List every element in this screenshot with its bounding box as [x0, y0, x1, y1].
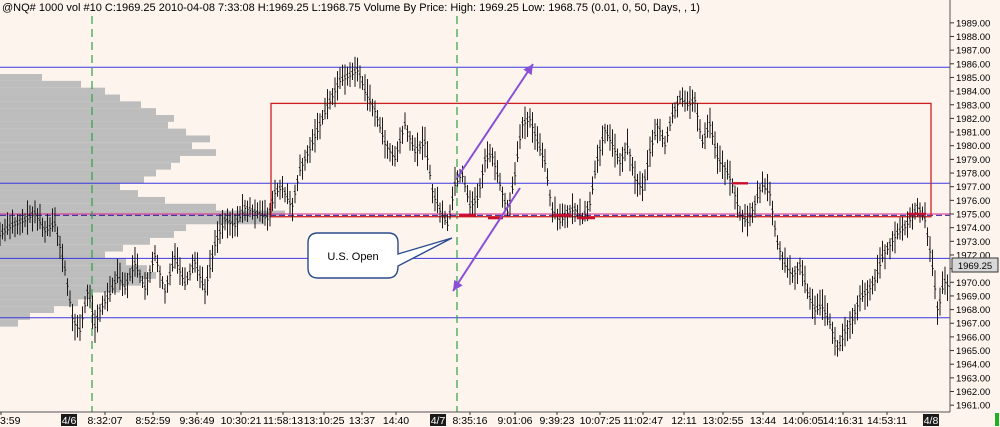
x-tick-label: 8:52:59 [135, 415, 170, 427]
profile-bar [0, 251, 105, 259]
y-tick-label: 1963.00 [956, 373, 990, 384]
y-tick-label: 1978.00 [956, 169, 990, 180]
y-tick-label: 1964.00 [956, 360, 990, 371]
y-tick-label: 1981.00 [956, 128, 990, 139]
y-tick-label: 1986.00 [956, 59, 990, 70]
x-tick-label: 11:58:13 [263, 415, 303, 427]
profile-bar [0, 94, 120, 102]
profile-bar [0, 74, 42, 81]
profile-bar [0, 231, 174, 238]
y-tick-label: 1988.00 [956, 32, 990, 43]
x-tick-label: 13:37 [349, 415, 375, 427]
y-tick-label: 1973.00 [956, 237, 990, 248]
y-tick-label: 1962.00 [956, 387, 990, 398]
x-tick-label: 14:16:31 [823, 415, 864, 427]
y-axis: 1961.00 1962.00 1963.00 1964.00 1965.00 1966.… [949, 0, 1000, 427]
x-tick-label: 9:36:49 [179, 415, 214, 427]
y-tick-label: 1974.00 [956, 223, 990, 234]
y-tick-label: 1969.00 [956, 291, 990, 302]
profile-bar [0, 135, 210, 143]
x-tick-label: 8:32:07 [87, 415, 122, 427]
last-price-tag: 1969.25 [951, 257, 999, 273]
y-tick-label: 1979.00 [956, 155, 990, 166]
profile-bar [0, 128, 186, 136]
profile-bar [0, 87, 105, 95]
profile-bar [0, 80, 81, 88]
x-tick-label: 9:39:23 [539, 415, 574, 427]
x-tick-label: 8:35:16 [452, 415, 487, 427]
profile-bar [0, 190, 138, 197]
x-tick-label: 13:44 [750, 415, 776, 427]
header-bar: @NQ# 1000 vol #10 C:1969.25 2010-04-08 7… [0, 0, 950, 15]
profile-bar [0, 155, 180, 163]
x-axis: 3:59 4/6 8:32:07 8:52:59 9:36:49 10:30:21 11:5… [0, 411, 950, 427]
x-date-marker: 4/8 [924, 415, 939, 427]
profile-bar [0, 115, 174, 122]
y-tick-label: 1980.00 [956, 141, 990, 152]
x-date-marker: 4/7 [431, 415, 446, 427]
y-tick-label: 1985.00 [956, 73, 990, 84]
y-tick-label: 1977.00 [956, 182, 990, 193]
profile-bar [0, 265, 147, 273]
x-tick-label: 14:06:05 [783, 415, 824, 427]
chart-canvas: U.S. Open @NQ# 1000 vol #10 C:1969.25 20… [0, 0, 1000, 427]
x-tick-label: 13:02:55 [703, 415, 744, 427]
profile-bar [0, 313, 30, 320]
last-price-label: 1969.25 [958, 261, 992, 272]
x-tick-label: 11:02:47 [623, 415, 663, 427]
y-tick-label: 1961.00 [956, 401, 990, 412]
profile-bar [0, 149, 216, 156]
y-tick-label: 1965.00 [956, 346, 990, 357]
callout-text: U.S. Open [327, 251, 378, 263]
y-tick-label: 1982.00 [956, 114, 990, 125]
x-tick-label: 14:53:11 [867, 415, 907, 427]
x-tick-label: 10:07:25 [580, 415, 621, 427]
profile-bar [0, 162, 171, 170]
profile-bar [0, 306, 54, 313]
profile-bar [0, 176, 144, 184]
y-tick-label: 1968.00 [956, 305, 990, 316]
y-tick-label: 1987.00 [956, 46, 990, 57]
header-text: @NQ# 1000 vol #10 C:1969.25 2010-04-08 7… [2, 2, 700, 14]
profile-bar [0, 319, 18, 327]
x-tick-label: 10:30:21 [221, 415, 262, 427]
status-indicator [995, 413, 999, 426]
profile-bar [0, 285, 120, 293]
x-tick-label: 3:59 [0, 415, 21, 427]
profile-bar [0, 108, 156, 115]
x-tick-label: 9:01:06 [497, 415, 532, 427]
profile-bar [0, 121, 168, 129]
x-tick-label: 14:40 [383, 415, 409, 427]
chart-window: U.S. Open @NQ# 1000 vol #10 C:1969.25 20… [0, 0, 1000, 427]
y-tick-label: 1984.00 [956, 87, 990, 98]
y-tick-label: 1967.00 [956, 319, 990, 330]
x-tick-label: 12:11 [671, 415, 697, 427]
profile-bar [0, 292, 93, 300]
y-tick-label: 1976.00 [956, 196, 990, 207]
profile-bar [0, 142, 192, 150]
y-tick-label: 1975.00 [956, 210, 990, 221]
x-tick-label: 13:10:25 [304, 415, 345, 427]
y-tick-label: 1983.00 [956, 100, 990, 111]
profile-bar [0, 169, 156, 177]
y-tick-label: 1966.00 [956, 332, 990, 343]
profile-bar [0, 299, 78, 307]
profile-bar [0, 244, 123, 252]
profile-bar [0, 183, 120, 191]
profile-bar [0, 237, 150, 245]
y-tick-label: 1989.00 [956, 18, 990, 29]
profile-bar [0, 101, 141, 109]
profile-bar [0, 196, 165, 204]
y-tick-label: 1970.00 [956, 278, 990, 289]
x-date-marker: 4/6 [62, 415, 77, 427]
